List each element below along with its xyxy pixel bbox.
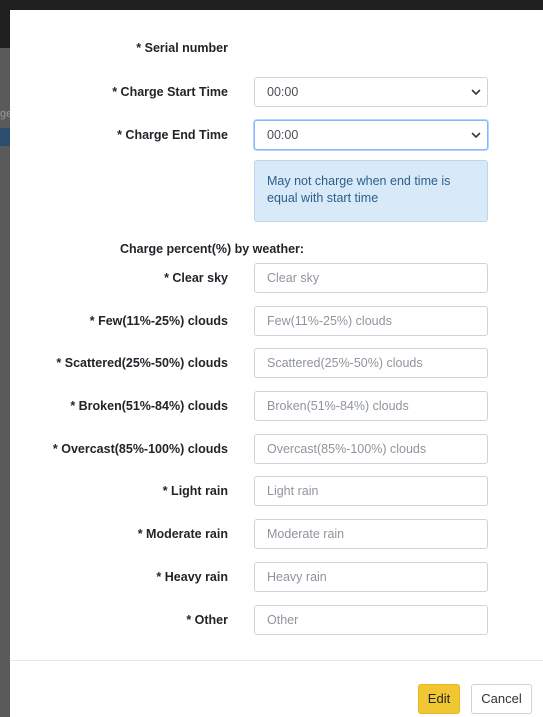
weather-row-other: * Other <box>10 605 543 635</box>
charge-start-value: 00:00 <box>267 85 299 99</box>
overcast-clouds-label: * Overcast(85%-100%) clouds <box>52 442 228 456</box>
charge-start-label: * Charge Start Time <box>112 85 228 99</box>
edit-modal: * Serial number * Charge Start Time 00:0… <box>10 10 543 717</box>
broken-clouds-input[interactable] <box>254 391 488 421</box>
modal-footer-divider <box>10 660 543 661</box>
light-rain-input[interactable] <box>254 476 488 506</box>
overcast-clouds-input[interactable] <box>254 434 488 464</box>
moderate-rain-label: * Moderate rain <box>137 527 228 541</box>
few-clouds-input[interactable] <box>254 306 488 336</box>
edit-button[interactable]: Edit <box>418 684 460 714</box>
heavy-rain-label: * Heavy rain <box>156 570 228 584</box>
chevron-down-icon <box>471 89 481 95</box>
clear-sky-label: * Clear sky <box>164 271 228 285</box>
weather-row-broken-clouds: * Broken(51%-84%) clouds <box>10 391 543 421</box>
charge-end-label: * Charge End Time <box>117 128 228 142</box>
background-strip-bar <box>0 128 10 146</box>
weather-row-clear-sky: * Clear sky <box>10 263 543 293</box>
background-strip-text: ge <box>0 108 10 120</box>
charge-time-hint: May not charge when end time is equal wi… <box>254 160 488 222</box>
scattered-clouds-label: * Scattered(25%-50%) clouds <box>56 356 228 370</box>
chevron-down-icon <box>471 132 481 138</box>
broken-clouds-label: * Broken(51%-84%) clouds <box>70 399 228 413</box>
other-label: * Other <box>186 613 228 627</box>
charge-end-row: * Charge End Time 00:00 <box>10 120 543 150</box>
background-page-strip: ge <box>0 48 10 717</box>
weather-row-light-rain: * Light rain <box>10 476 543 506</box>
heavy-rain-input[interactable] <box>254 562 488 592</box>
other-input[interactable] <box>254 605 488 635</box>
weather-row-scattered-clouds: * Scattered(25%-50%) clouds <box>10 348 543 378</box>
charge-end-select[interactable]: 00:00 <box>254 120 488 150</box>
scattered-clouds-input[interactable] <box>254 348 488 378</box>
weather-row-few-clouds: * Few(11%-25%) clouds <box>10 306 543 336</box>
weather-row-overcast-clouds: * Overcast(85%-100%) clouds <box>10 434 543 464</box>
charge-start-select[interactable]: 00:00 <box>254 77 488 107</box>
cancel-button[interactable]: Cancel <box>471 684 532 714</box>
weather-row-heavy-rain: * Heavy rain <box>10 562 543 592</box>
light-rain-label: * Light rain <box>162 484 228 498</box>
moderate-rain-input[interactable] <box>254 519 488 549</box>
weather-row-moderate-rain: * Moderate rain <box>10 519 543 549</box>
few-clouds-label: * Few(11%-25%) clouds <box>89 314 228 328</box>
clear-sky-input[interactable] <box>254 263 488 293</box>
serial-number-row: * Serial number <box>10 33 543 63</box>
charge-end-value: 00:00 <box>267 128 299 142</box>
charge-start-row: * Charge Start Time 00:00 <box>10 77 543 107</box>
serial-number-label: * Serial number <box>136 41 228 55</box>
weather-section-title: Charge percent(%) by weather: <box>120 242 305 256</box>
